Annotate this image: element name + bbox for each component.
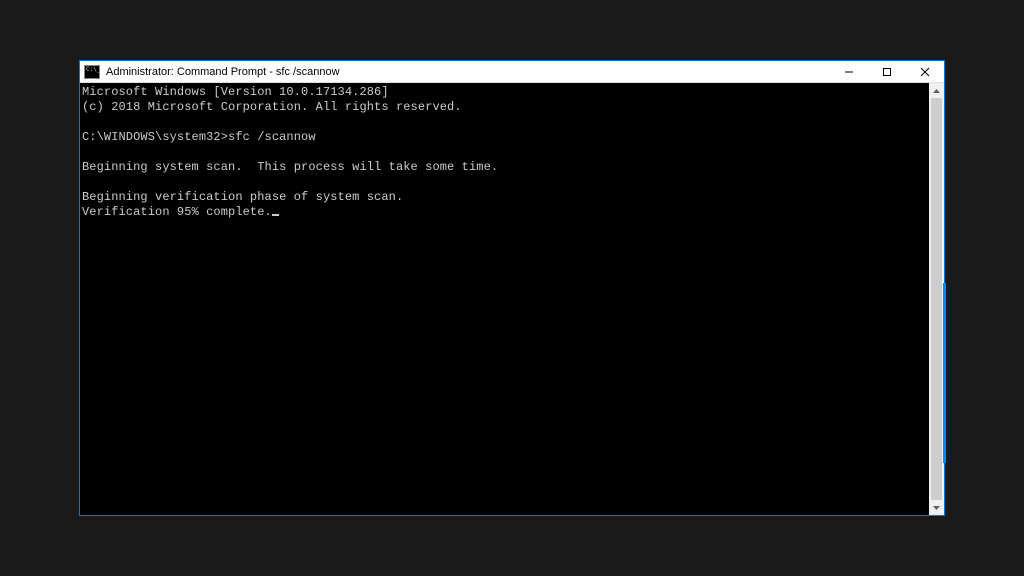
- window-controls: [830, 61, 944, 82]
- terminal-output[interactable]: Microsoft Windows [Version 10.0.17134.28…: [80, 83, 929, 515]
- scroll-down-icon[interactable]: [929, 500, 944, 515]
- window-title: Administrator: Command Prompt - sfc /sca…: [104, 66, 830, 78]
- terminal-line: (c) 2018 Microsoft Corporation. All righ…: [82, 100, 462, 114]
- minimize-button[interactable]: [830, 61, 868, 82]
- scrollbar[interactable]: [929, 83, 944, 515]
- terminal-line: Verification 95% complete.: [82, 205, 272, 219]
- accent-strip: [943, 283, 946, 463]
- scroll-thumb[interactable]: [931, 98, 942, 500]
- terminal-line: Microsoft Windows [Version 10.0.17134.28…: [82, 85, 389, 99]
- terminal-line: C:\WINDOWS\system32>sfc /scannow: [82, 130, 316, 144]
- scroll-track[interactable]: [929, 98, 944, 500]
- close-button[interactable]: [906, 61, 944, 82]
- terminal-line: Beginning verification phase of system s…: [82, 190, 403, 204]
- content-area: Microsoft Windows [Version 10.0.17134.28…: [80, 83, 944, 515]
- cmd-icon: [84, 65, 100, 79]
- terminal-line: Beginning system scan. This process will…: [82, 160, 498, 174]
- cursor-icon: [272, 214, 279, 216]
- command-prompt-window: Administrator: Command Prompt - sfc /sca…: [79, 60, 945, 516]
- titlebar[interactable]: Administrator: Command Prompt - sfc /sca…: [80, 61, 944, 83]
- scroll-up-icon[interactable]: [929, 83, 944, 98]
- maximize-button[interactable]: [868, 61, 906, 82]
